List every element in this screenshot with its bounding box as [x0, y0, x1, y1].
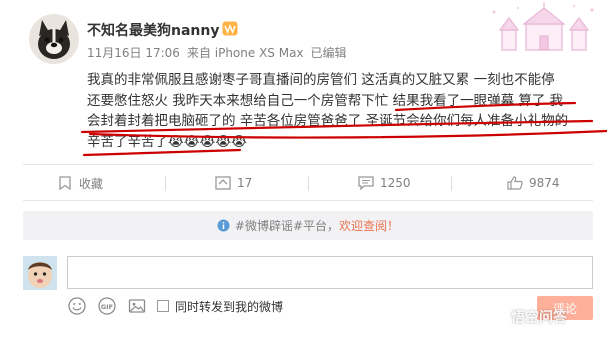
- separator: [308, 176, 309, 191]
- comment-icon: [358, 176, 374, 190]
- forward-checkbox[interactable]: [157, 300, 169, 312]
- post-time[interactable]: 11月16日 17:06: [87, 46, 180, 60]
- separator: [451, 176, 452, 191]
- thumbs-up-icon: [507, 176, 523, 190]
- divider: [23, 164, 593, 165]
- comment-count: 1250: [380, 176, 411, 190]
- rumor-notice: #微博辟谣#平台， 欢迎查阅！: [23, 211, 593, 240]
- divider: [23, 200, 593, 201]
- post-line: 我真的非常佩服且感谢枣子哥直播间的房管们 这活真的又脏又累 一刻也不能停: [87, 72, 555, 88]
- wukong-logo-icon: [482, 305, 506, 329]
- post-meta: 11月16日 17:06 来自 iPhone XS Max 已编辑: [87, 44, 354, 61]
- repost-count: 17: [237, 176, 253, 190]
- repost-icon: [215, 176, 231, 190]
- action-bar: 收藏 17 1250 9874: [23, 168, 593, 198]
- favorite-label: 收藏: [79, 176, 104, 191]
- current-user-avatar[interactable]: [23, 256, 57, 290]
- info-icon: [217, 219, 230, 232]
- post-line: 辛苦了辛苦了😭😭😭😭😭: [87, 134, 247, 151]
- vip-badge-icon[interactable]: [222, 21, 238, 36]
- notice-text: #微博辟谣#平台，: [234, 219, 340, 233]
- comment-input[interactable]: [67, 256, 593, 289]
- svg-text:GIF: GIF: [101, 303, 113, 311]
- favorite-button[interactable]: 收藏: [57, 168, 103, 198]
- author-name[interactable]: 不知名最美狗nanny: [87, 20, 219, 40]
- comment-button[interactable]: 1250: [358, 168, 411, 198]
- comment-tools: GIF 同时转发到我的微博: [67, 296, 283, 316]
- gif-icon[interactable]: GIF: [97, 296, 117, 316]
- post-line: 还要憋住怒火 我昨天本来想给自己一个房管帮下忙 结果我看了一眼弹幕 算了 我: [87, 92, 564, 109]
- post-body: 我真的非常佩服且感谢枣子哥直播间的房管们 这活真的又脏又累 一刻也不能停 还要憋…: [87, 70, 592, 153]
- image-icon[interactable]: [127, 296, 147, 316]
- author-avatar[interactable]: [29, 14, 79, 64]
- repost-button[interactable]: 17: [215, 168, 252, 198]
- post-line: 会封着封着把电脑砸了的 辛苦各位房管爸爸了 圣诞节会给你们每人准备小礼物的: [87, 113, 569, 130]
- castle-decoration: [492, 2, 594, 51]
- emoji-icon[interactable]: [67, 296, 87, 316]
- favorite-icon: [59, 176, 71, 190]
- notice-link[interactable]: 欢迎查阅！: [339, 217, 399, 234]
- separator: [165, 176, 166, 191]
- forward-label: 同时转发到我的微博: [175, 299, 284, 314]
- watermark: 悟空问答: [481, 302, 567, 332]
- post-source: 来自 iPhone XS Max: [186, 46, 304, 60]
- post-edited[interactable]: 已编辑: [311, 46, 347, 60]
- like-button[interactable]: 9874: [507, 168, 560, 198]
- watermark-text: 悟空问答: [511, 310, 567, 326]
- like-count: 9874: [529, 176, 560, 190]
